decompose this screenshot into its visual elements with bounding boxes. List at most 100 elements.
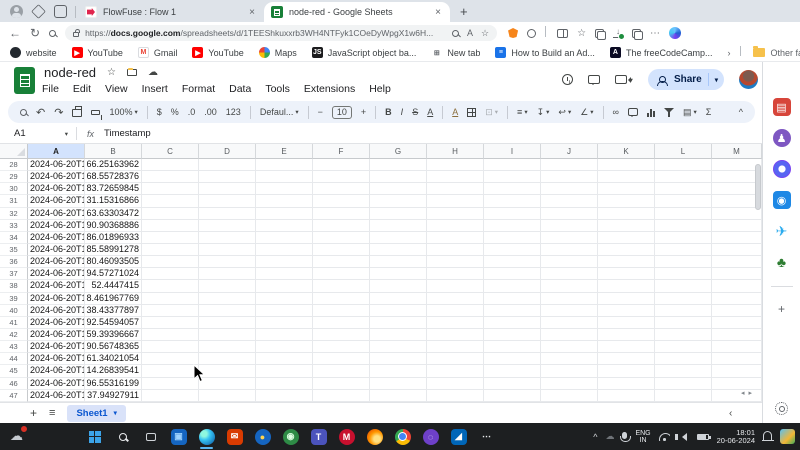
cell[interactable] <box>484 220 541 232</box>
cell[interactable] <box>484 365 541 377</box>
addon-camera-icon[interactable]: ◉ <box>773 191 791 209</box>
cell[interactable] <box>199 256 256 268</box>
cell[interactable] <box>427 353 484 365</box>
cell[interactable] <box>370 305 427 317</box>
cell[interactable] <box>199 220 256 232</box>
bookmark-item[interactable]: ≡How to Build an Ad... <box>495 47 595 58</box>
version-history-icon[interactable] <box>562 74 573 85</box>
row-header[interactable]: 36 <box>0 256 28 268</box>
value-cell[interactable]: 63.63303472 <box>85 208 142 220</box>
cell[interactable] <box>541 220 598 232</box>
cell[interactable] <box>427 365 484 377</box>
undo-icon[interactable]: ↶ <box>36 106 45 119</box>
cell[interactable] <box>199 378 256 390</box>
cell[interactable] <box>712 317 762 329</box>
cell[interactable] <box>541 171 598 183</box>
menu-extensions[interactable]: Extensions <box>304 83 355 95</box>
text-rotation-icon[interactable]: ∠▾ <box>580 107 593 118</box>
close-icon[interactable]: × <box>433 7 443 18</box>
value-cell[interactable]: 94.57271024 <box>85 268 142 280</box>
cell[interactable] <box>199 159 256 171</box>
timestamp-cell[interactable]: 2024-06-20T12:2 <box>28 256 85 268</box>
cell[interactable] <box>427 159 484 171</box>
cell[interactable] <box>313 293 370 305</box>
value-cell[interactable]: 31.15316866 <box>85 195 142 207</box>
bold-icon[interactable]: B <box>385 107 392 117</box>
get-addons-icon[interactable]: + <box>778 302 785 316</box>
cell[interactable] <box>256 195 313 207</box>
row-header[interactable]: 40 <box>0 305 28 317</box>
cell[interactable] <box>370 208 427 220</box>
cell[interactable] <box>598 171 655 183</box>
cell[interactable] <box>598 208 655 220</box>
redo-icon[interactable]: ↷ <box>54 106 63 119</box>
cell[interactable] <box>199 171 256 183</box>
more-formats-icon[interactable]: 123 <box>226 107 241 117</box>
workspaces-icon[interactable] <box>31 4 46 19</box>
cell[interactable] <box>541 341 598 353</box>
formula-content[interactable]: Timestamp <box>104 128 151 139</box>
row-header[interactable]: 34 <box>0 232 28 244</box>
increase-decimal-icon[interactable]: .00 <box>204 107 217 117</box>
cell[interactable] <box>427 220 484 232</box>
cell[interactable] <box>142 183 199 195</box>
cell[interactable] <box>598 293 655 305</box>
browser-essentials-icon[interactable] <box>632 29 641 38</box>
hide-side-panel-icon[interactable]: ‹ <box>729 408 732 419</box>
paint-format-icon[interactable] <box>91 110 100 115</box>
onedrive-icon[interactable]: ☁ <box>605 431 614 442</box>
split-screen-icon[interactable] <box>557 29 568 38</box>
cell[interactable] <box>712 293 762 305</box>
timestamp-cell[interactable]: 2024-06-20T12:2 <box>28 183 85 195</box>
taskbar-edge-icon[interactable] <box>196 426 217 447</box>
insert-link-icon[interactable]: ∞ <box>613 107 619 117</box>
cell[interactable] <box>370 390 427 402</box>
timestamp-cell[interactable]: 2024-06-20T12:2 <box>28 390 85 402</box>
cell[interactable] <box>142 244 199 256</box>
share-caret-icon[interactable]: ▾ <box>715 76 718 84</box>
gear-icon[interactable] <box>775 402 788 415</box>
font-select[interactable]: Defaul...▾ <box>260 107 299 117</box>
taskbar-github-desktop-icon[interactable]: ◌ <box>420 426 441 447</box>
value-cell[interactable]: 52.4447415 <box>85 280 142 292</box>
cell[interactable] <box>712 341 762 353</box>
menu-edit[interactable]: Edit <box>73 83 91 95</box>
cell[interactable] <box>256 365 313 377</box>
cell[interactable] <box>142 208 199 220</box>
value-cell[interactable]: 37.94927911 <box>85 390 142 402</box>
cell[interactable] <box>313 390 370 402</box>
cell[interactable] <box>313 171 370 183</box>
cell[interactable] <box>712 268 762 280</box>
cell[interactable] <box>427 256 484 268</box>
cell[interactable] <box>655 208 712 220</box>
vertical-scrollbar[interactable] <box>755 164 761 210</box>
timestamp-cell[interactable]: 2024-06-20T12:2 <box>28 293 85 305</box>
cell[interactable] <box>256 305 313 317</box>
cell[interactable] <box>598 256 655 268</box>
column-header-F[interactable]: F <box>313 144 370 159</box>
cell[interactable] <box>541 183 598 195</box>
cell[interactable] <box>370 353 427 365</box>
row-header[interactable]: 46 <box>0 378 28 390</box>
clock[interactable]: 18:0120-06-2024 <box>717 429 755 445</box>
borders-icon[interactable] <box>467 108 476 117</box>
cell[interactable] <box>427 280 484 292</box>
cell[interactable] <box>484 353 541 365</box>
cell[interactable] <box>655 365 712 377</box>
cell[interactable] <box>256 390 313 402</box>
cell[interactable] <box>541 195 598 207</box>
taskbar-camera-green-icon[interactable]: ◉ <box>280 426 301 447</box>
timestamp-cell[interactable]: 2024-06-20T12:2 <box>28 232 85 244</box>
cell[interactable] <box>712 280 762 292</box>
cell[interactable] <box>256 256 313 268</box>
timestamp-cell[interactable]: 2024-06-20T12:2 <box>28 341 85 353</box>
cell[interactable] <box>256 317 313 329</box>
cell[interactable] <box>484 305 541 317</box>
table-views-icon[interactable]: ▤▾ <box>683 107 697 118</box>
cell[interactable] <box>256 268 313 280</box>
cell[interactable] <box>313 280 370 292</box>
cell[interactable] <box>712 220 762 232</box>
timestamp-cell[interactable]: 2024-06-20T12:2 <box>28 195 85 207</box>
refresh-icon[interactable]: ↻ <box>30 26 40 40</box>
add-sheet-icon[interactable]: + <box>30 406 37 420</box>
